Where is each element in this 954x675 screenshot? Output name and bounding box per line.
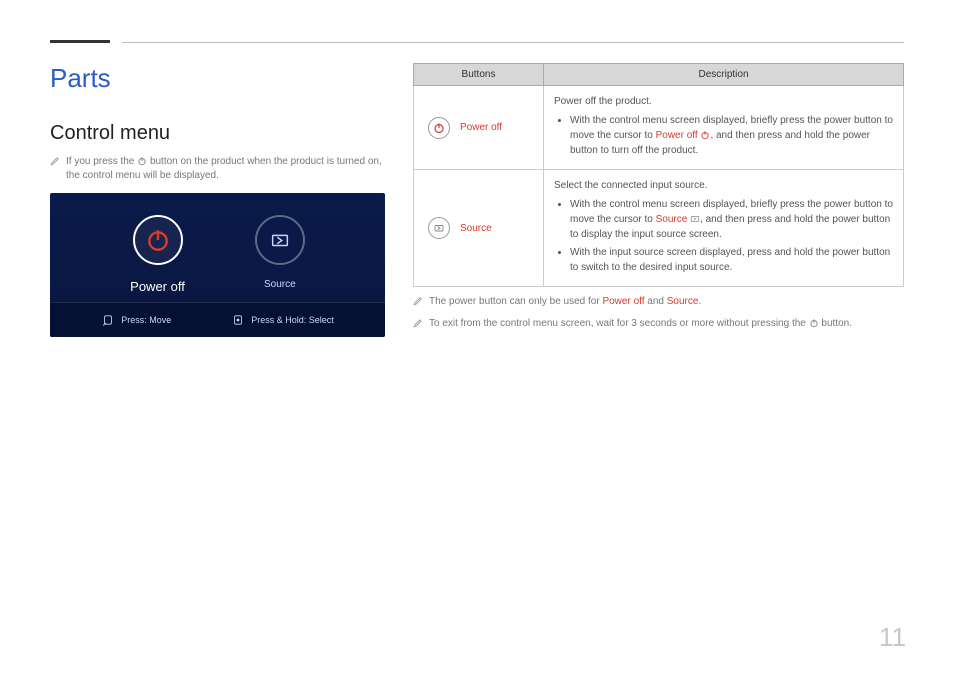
control-menu-item-source: Source	[255, 215, 305, 294]
control-menu-item-label: Power off	[130, 279, 185, 294]
power-icon	[145, 227, 171, 253]
intro-note: If you press the button on the product w…	[50, 155, 385, 183]
pencil-icon	[50, 156, 60, 166]
button-label: Power off	[460, 120, 502, 135]
desc-lead: Select the connected input source.	[554, 178, 893, 193]
header-rule	[50, 40, 904, 43]
control-hint-hold: Press & Hold: Select	[231, 313, 334, 327]
chapter-title: Parts	[50, 63, 385, 94]
pencil-icon	[413, 296, 423, 306]
footnote: To exit from the control menu screen, wa…	[413, 317, 904, 331]
control-menu-item-power-off: Power off	[130, 215, 185, 294]
buttons-description-table: Buttons Description Power off	[413, 63, 904, 287]
desc-bullet: With the control menu screen displayed, …	[570, 197, 893, 242]
power-icon	[428, 117, 450, 139]
power-icon	[700, 130, 710, 140]
source-icon	[690, 214, 700, 224]
intro-note-pre: If you press the	[66, 156, 137, 167]
control-hint-label: Press & Hold: Select	[251, 315, 334, 325]
press-icon	[101, 313, 115, 327]
page-number: 11	[879, 622, 906, 653]
pencil-icon	[413, 318, 423, 328]
table-header-buttons: Buttons	[414, 64, 544, 86]
power-icon	[137, 156, 147, 166]
footnote: The power button can only be used for Po…	[413, 295, 904, 309]
power-icon	[809, 318, 819, 328]
table-row: Source Select the connected input source…	[414, 170, 904, 287]
source-icon	[428, 217, 450, 239]
press-hold-icon	[231, 313, 245, 327]
control-hint-label: Press: Move	[121, 315, 171, 325]
table-header-description: Description	[544, 64, 904, 86]
control-hint-press: Press: Move	[101, 313, 171, 327]
desc-bullet: With the control menu screen displayed, …	[570, 113, 893, 158]
table-row: Power off Power off the product. With th…	[414, 86, 904, 170]
button-label: Source	[460, 221, 492, 236]
desc-bullet: With the input source screen displayed, …	[570, 245, 893, 275]
section-title: Control menu	[50, 122, 385, 145]
control-menu-item-label: Source	[255, 279, 305, 290]
control-menu-preview: Power off Source Press: Move	[50, 193, 385, 337]
desc-lead: Power off the product.	[554, 94, 893, 109]
source-icon	[269, 229, 291, 251]
